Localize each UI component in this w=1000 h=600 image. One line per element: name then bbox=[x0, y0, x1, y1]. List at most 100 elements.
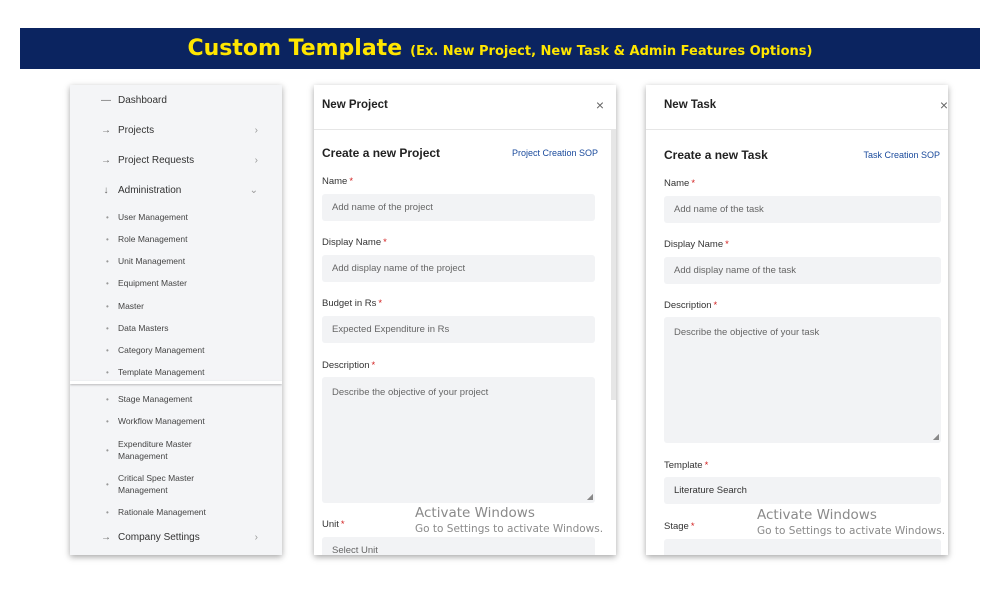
required-mark: * bbox=[383, 237, 387, 248]
watermark-line1: Activate Windows bbox=[415, 505, 535, 521]
sidebar-subitem-label: Data Masters bbox=[118, 323, 169, 333]
bullet-icon: • bbox=[106, 301, 109, 311]
description-textarea[interactable]: Describe the objective of your task ◢ bbox=[664, 317, 941, 443]
dash-icon: — bbox=[101, 95, 111, 106]
required-mark: * bbox=[378, 298, 383, 309]
bullet-icon: • bbox=[106, 278, 109, 288]
sidebar-subitem-label: Equipment Master bbox=[118, 278, 187, 288]
sidebar-item-project-requests[interactable]: → Project Requests › bbox=[70, 155, 282, 166]
name-label: Name * bbox=[322, 176, 354, 187]
sidebar-item-administration[interactable]: ↓ Administration ⌄ bbox=[70, 185, 282, 196]
unit-label: Unit * bbox=[322, 519, 345, 530]
resize-grip-icon[interactable]: ◢ bbox=[587, 492, 593, 501]
modal-header: New Project × bbox=[314, 85, 616, 130]
modal-title: New Project bbox=[322, 99, 388, 111]
required-mark: * bbox=[725, 239, 729, 250]
modal-header: New Task × bbox=[646, 85, 948, 130]
activation-watermark: Activate Windows Go to Settings to activ… bbox=[757, 507, 945, 537]
watermark-line2: Go to Settings to activate Windows. bbox=[757, 525, 946, 537]
required-mark: * bbox=[371, 360, 376, 371]
required-mark: * bbox=[690, 521, 695, 532]
new-project-modal: New Project × Create a new Project Proje… bbox=[314, 85, 616, 555]
description-label: Description * bbox=[322, 360, 376, 371]
budget-label: Budget in Rs * bbox=[322, 298, 383, 309]
sidebar-subitem-rationale-management[interactable]: • Rationale Management bbox=[70, 506, 282, 518]
form-heading: Create a new Task bbox=[664, 148, 768, 162]
sidebar-subitem-label: Expenditure Master Management bbox=[118, 439, 192, 461]
template-select[interactable]: Literature Search bbox=[664, 477, 941, 504]
display-name-input[interactable]: Add display name of the task bbox=[664, 257, 941, 284]
display-name-label: Display Name * bbox=[664, 239, 729, 250]
banner-title: Custom Template bbox=[187, 36, 403, 61]
budget-input[interactable]: Expected Expenditure in Rs bbox=[322, 316, 595, 343]
display-name-input[interactable]: Add display name of the project bbox=[322, 255, 595, 282]
banner-subtitle: (Ex. New Project, New Task & Admin Featu… bbox=[410, 43, 813, 59]
description-textarea[interactable]: Describe the objective of your project ◢ bbox=[322, 377, 595, 503]
description-placeholder: Describe the objective of your task bbox=[674, 327, 820, 338]
modal-title: New Task bbox=[664, 99, 717, 111]
sop-link[interactable]: Project Creation SOP bbox=[512, 148, 598, 158]
chevron-right-icon: › bbox=[254, 532, 258, 543]
watermark-line2: Go to Settings to activate Windows. bbox=[415, 523, 604, 535]
bullet-icon: • bbox=[106, 445, 109, 455]
sidebar-subitem-label: Category Management bbox=[118, 345, 205, 355]
chevron-right-icon: › bbox=[254, 155, 258, 166]
sidebar-subitem-data-masters[interactable]: • Data Masters bbox=[70, 322, 282, 334]
description-label: Description * bbox=[664, 300, 718, 311]
arrow-right-icon: → bbox=[101, 532, 111, 543]
close-icon[interactable]: × bbox=[940, 97, 948, 113]
arrow-down-icon: ↓ bbox=[103, 185, 109, 196]
unit-select[interactable]: Select Unit bbox=[322, 537, 595, 555]
bullet-icon: • bbox=[106, 345, 109, 355]
scrollbar[interactable] bbox=[611, 130, 616, 400]
close-icon[interactable]: × bbox=[596, 97, 604, 113]
sidebar-item-company-settings[interactable]: → Company Settings › bbox=[70, 532, 282, 543]
sidebar-subitem-label: Stage Management bbox=[118, 394, 193, 404]
form-heading: Create a new Project bbox=[322, 146, 441, 160]
sidebar: — Dashboard → Projects › → Project Reque… bbox=[70, 85, 282, 555]
name-input[interactable]: Add name of the project bbox=[322, 194, 595, 221]
resize-grip-icon[interactable]: ◢ bbox=[933, 432, 939, 441]
arrow-right-icon: → bbox=[101, 125, 111, 136]
new-task-modal: New Task × Create a new Task Task Creati… bbox=[646, 85, 948, 555]
sidebar-subitem-unit-management[interactable]: • Unit Management bbox=[70, 255, 282, 267]
template-label: Template * bbox=[664, 460, 709, 471]
chevron-down-icon: ⌄ bbox=[249, 185, 258, 196]
display-name-label: Display Name * bbox=[322, 237, 387, 248]
sidebar-subitem-stage-management[interactable]: • Stage Management bbox=[70, 393, 282, 405]
required-mark: * bbox=[713, 300, 718, 311]
sidebar-item-label: Project Requests bbox=[118, 155, 195, 166]
sidebar-item-projects[interactable]: → Projects › bbox=[70, 125, 282, 136]
chevron-right-icon: › bbox=[254, 125, 258, 136]
bullet-icon: • bbox=[106, 367, 109, 377]
arrow-right-icon: → bbox=[101, 155, 111, 166]
bullet-icon: • bbox=[106, 234, 109, 244]
bullet-icon: • bbox=[106, 256, 109, 266]
banner: Custom Template (Ex. New Project, New Ta… bbox=[20, 28, 980, 69]
required-mark: * bbox=[340, 519, 345, 530]
sidebar-subitem-role-management[interactable]: • Role Management bbox=[70, 233, 282, 245]
sidebar-item-label: Administration bbox=[118, 185, 182, 196]
sidebar-subitem-label: User Management bbox=[118, 212, 188, 222]
required-mark: * bbox=[349, 176, 354, 187]
sidebar-item-dashboard[interactable]: — Dashboard bbox=[70, 95, 282, 106]
sidebar-subitem-label: Rationale Management bbox=[118, 507, 206, 517]
stage-label: Stage * bbox=[664, 521, 695, 532]
sidebar-subitem-label: Workflow Management bbox=[118, 416, 205, 426]
sidebar-subitem-user-management[interactable]: • User Management bbox=[70, 211, 282, 223]
name-input[interactable]: Add name of the task bbox=[664, 196, 941, 223]
sidebar-item-label: Dashboard bbox=[118, 95, 167, 106]
sidebar-subitem-expenditure-master-management[interactable]: • Expenditure Master Management bbox=[70, 438, 220, 462]
bullet-icon: • bbox=[106, 479, 109, 489]
sidebar-subitem-category-management[interactable]: • Category Management bbox=[70, 344, 282, 356]
sidebar-subitem-equipment-master[interactable]: • Equipment Master bbox=[70, 277, 282, 289]
sidebar-subitem-label: Critical Spec Master Management bbox=[118, 473, 195, 495]
sidebar-subitem-workflow-management[interactable]: • Workflow Management bbox=[70, 415, 282, 427]
sop-link[interactable]: Task Creation SOP bbox=[863, 150, 940, 160]
sidebar-subitem-template-management[interactable]: • Template Management bbox=[70, 366, 282, 378]
sidebar-subitem-master[interactable]: • Master bbox=[70, 300, 282, 312]
sidebar-subitem-critical-spec-master-management[interactable]: • Critical Spec Master Management bbox=[70, 472, 220, 496]
activation-watermark: Activate Windows Go to Settings to activ… bbox=[415, 505, 603, 535]
stage-select[interactable] bbox=[664, 539, 941, 555]
sidebar-item-label: Projects bbox=[118, 125, 155, 136]
